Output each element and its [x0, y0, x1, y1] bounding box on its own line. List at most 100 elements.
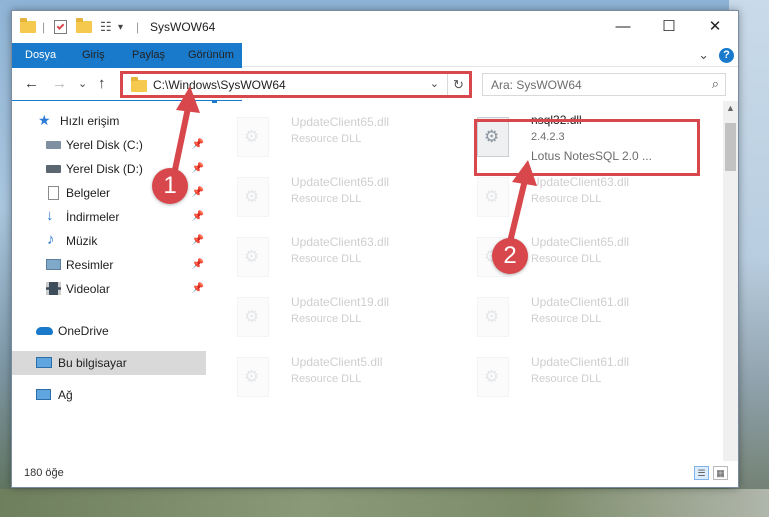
sidebar-item-label: OneDrive — [58, 324, 109, 338]
dll-file-icon — [237, 117, 269, 157]
file-name: UpdateClient65.dll — [291, 115, 390, 129]
file-item[interactable]: UpdateClient19.dll Resource DLL — [217, 289, 447, 349]
separator: | — [42, 20, 46, 34]
documents-icon — [48, 186, 59, 200]
properties-icon[interactable] — [54, 18, 67, 36]
star-icon: ★ — [38, 112, 51, 128]
recent-locations-button[interactable]: ⌄ — [78, 77, 87, 90]
quick-access-dropdown-icon[interactable]: ▾ — [118, 18, 123, 36]
sidebar-item-label: Belgeler — [66, 186, 111, 200]
dll-file-icon — [477, 357, 509, 397]
sidebar-item-network[interactable]: Ağ — [12, 383, 206, 407]
file-type: Resource DLL — [531, 253, 602, 265]
file-item[interactable]: UpdateClient5.dll Resource DLL — [217, 349, 447, 409]
up-button[interactable]: ↑ — [98, 75, 106, 92]
tab-gorunum[interactable]: Görünüm — [176, 43, 246, 67]
customize-icon[interactable]: ☷ — [100, 18, 112, 36]
window-folder-icon — [20, 18, 36, 36]
vertical-scrollbar[interactable]: ▲ — [723, 101, 738, 461]
pin-icon[interactable]: 📌 — [192, 259, 204, 270]
dll-file-icon — [477, 177, 509, 217]
file-item[interactable]: UpdateClient61.dll Resource DLL — [457, 349, 687, 409]
file-item[interactable]: UpdateClient61.dll Resource DLL — [457, 289, 687, 349]
file-item[interactable]: UpdateClient65.dll Resource DLL — [217, 109, 447, 169]
drive-icon — [46, 165, 61, 173]
help-icon[interactable]: ? — [719, 47, 734, 63]
file-name: UpdateClient65.dll — [531, 235, 630, 249]
sidebar-item-label: Videolar — [66, 282, 110, 296]
pin-icon[interactable]: 📌 — [192, 235, 204, 246]
sidebar-item-pictures[interactable]: Resimler 📌 — [12, 253, 206, 277]
file-highlight-box — [474, 119, 700, 176]
sidebar-item-local-disk-c[interactable]: Yerel Disk (C:) 📌 — [12, 133, 206, 157]
sidebar-item-music[interactable]: ♪ Müzik 📌 — [12, 229, 206, 253]
videos-icon — [46, 282, 61, 295]
file-item[interactable]: UpdateClient63.dll Resource DLL — [457, 169, 687, 229]
navigation-bar: ← → ⌄ ↑ C:\Windows\SysWOW64 ⌄ ↻ Ara: Sys… — [12, 68, 738, 100]
dll-file-icon — [477, 297, 509, 337]
new-folder-icon[interactable] — [76, 18, 92, 36]
tab-paylas[interactable]: Paylaş — [120, 43, 177, 67]
dll-file-icon — [237, 357, 269, 397]
sidebar-item-label: Müzik — [66, 234, 98, 248]
file-type: Resource DLL — [291, 133, 362, 145]
address-highlight-box — [120, 71, 472, 98]
separator: | — [136, 20, 140, 34]
forward-button[interactable]: → — [52, 75, 67, 92]
callout-2: 2 — [492, 238, 528, 274]
dll-file-icon — [237, 297, 269, 337]
maximize-button[interactable]: ☐ — [646, 11, 692, 41]
network-icon — [36, 389, 51, 400]
file-name: UpdateClient61.dll — [531, 355, 630, 369]
sidebar-item-videos[interactable]: Videolar 📌 — [12, 277, 206, 301]
file-type: Resource DLL — [291, 253, 362, 265]
search-placeholder[interactable]: Ara: SysWOW64 — [491, 78, 582, 92]
drive-icon — [46, 141, 61, 149]
minimize-button[interactable]: — — [600, 11, 646, 41]
sidebar-item-this-pc[interactable]: Bu bilgisayar — [12, 351, 206, 375]
file-name: UpdateClient65.dll — [291, 175, 390, 189]
sidebar-item-quick-access[interactable]: ★ Hızlı erişim — [12, 109, 206, 133]
dll-file-icon — [237, 237, 269, 277]
computer-icon — [36, 357, 52, 368]
sidebar-item-label: Yerel Disk (C:) — [66, 138, 143, 152]
close-button[interactable]: ✕ — [692, 11, 738, 41]
sidebar-item-label: Ağ — [58, 388, 73, 402]
sidebar-item-onedrive[interactable]: OneDrive — [12, 319, 206, 343]
file-name: UpdateClient5.dll — [291, 355, 383, 369]
search-box[interactable]: Ara: SysWOW64 ⌕ — [482, 73, 726, 96]
dll-file-icon — [237, 177, 269, 217]
file-name: UpdateClient63.dll — [531, 175, 630, 189]
sidebar-item-downloads[interactable]: ↓ İndirmeler 📌 — [12, 205, 206, 229]
sidebar-item-label: Hızlı erişim — [60, 114, 120, 128]
pin-icon[interactable]: 📌 — [192, 187, 204, 198]
pin-icon[interactable]: 📌 — [192, 139, 204, 150]
file-type: Resource DLL — [531, 313, 602, 325]
file-name: UpdateClient19.dll — [291, 295, 390, 309]
window-title: SysWOW64 — [150, 20, 216, 34]
scroll-up-icon[interactable]: ▲ — [726, 103, 735, 113]
file-item[interactable]: UpdateClient63.dll Resource DLL — [217, 229, 447, 289]
scrollbar-thumb[interactable] — [725, 123, 736, 171]
details-view-icon[interactable]: ☰ — [694, 466, 709, 480]
file-type: Resource DLL — [291, 313, 362, 325]
explorer-window: | ☷ ▾ | SysWOW64 — ☐ ✕ Dosya Giriş Payla… — [11, 10, 739, 488]
file-type: Resource DLL — [531, 193, 602, 205]
callout-1: 1 — [152, 168, 188, 204]
ribbon-tabs: Dosya Giriş Paylaş Görünüm ⌄ ? — [12, 43, 738, 103]
download-icon: ↓ — [46, 207, 54, 224]
file-type: Resource DLL — [291, 193, 362, 205]
file-type: Resource DLL — [531, 373, 602, 385]
pictures-icon — [46, 259, 61, 270]
pin-icon[interactable]: 📌 — [192, 283, 204, 294]
ribbon-expand-icon[interactable]: ⌄ — [698, 47, 709, 63]
file-item[interactable]: UpdateClient65.dll Resource DLL — [217, 169, 447, 229]
tab-giris[interactable]: Giriş — [70, 43, 117, 67]
back-button[interactable]: ← — [24, 75, 39, 92]
file-name: UpdateClient61.dll — [531, 295, 630, 309]
pin-icon[interactable]: 📌 — [192, 163, 204, 174]
search-icon[interactable]: ⌕ — [712, 76, 719, 92]
large-icons-view-icon[interactable]: ▦ — [713, 466, 728, 480]
status-bar: 180 öğe ☰ ▦ — [12, 461, 738, 487]
pin-icon[interactable]: 📌 — [192, 211, 204, 222]
